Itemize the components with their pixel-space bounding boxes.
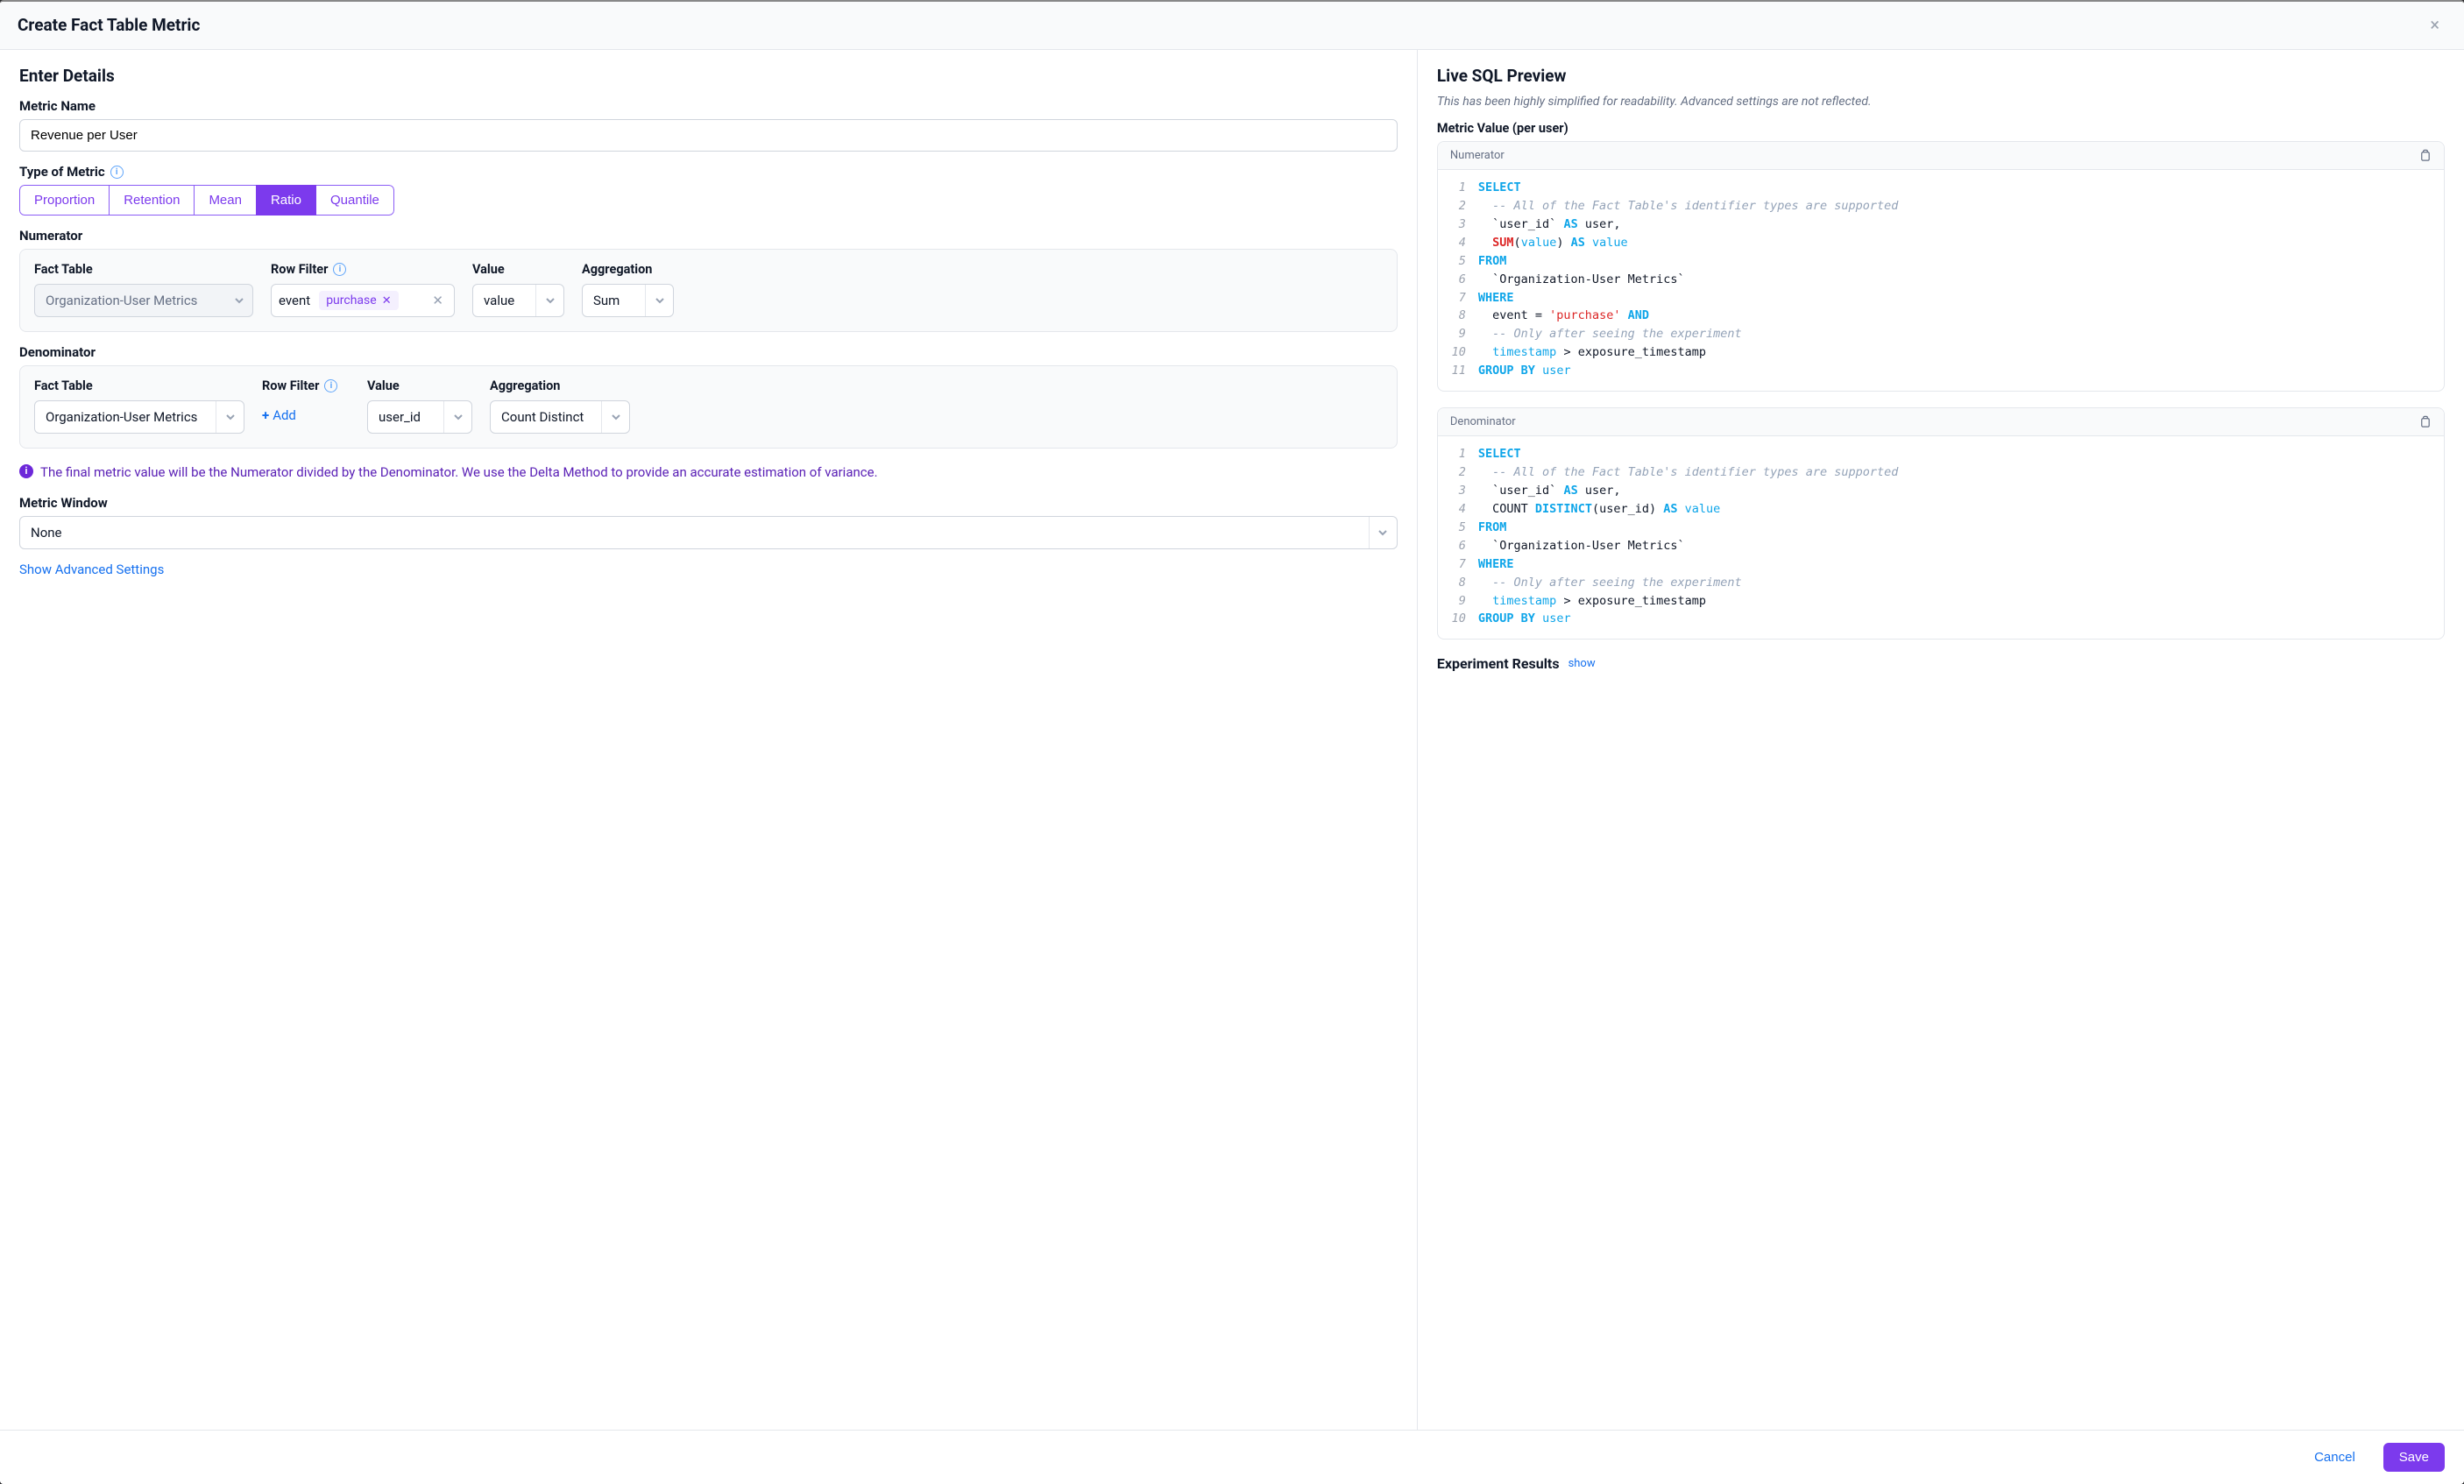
code-line: 5FROM: [1438, 252, 2444, 271]
numerator-heading: Numerator: [19, 228, 1398, 244]
code-line: 9 -- Only after seeing the experiment: [1438, 325, 2444, 343]
denominator-fact-table-select[interactable]: Organization-User Metrics: [34, 400, 244, 434]
modal-title: Create Fact Table Metric: [18, 15, 200, 35]
metric-type-ratio[interactable]: Ratio: [256, 185, 316, 216]
info-dot-icon: i: [19, 464, 33, 478]
numerator-row-filter-input[interactable]: event purchase ✕ ✕: [271, 284, 455, 317]
show-link[interactable]: show: [1568, 657, 1596, 670]
filter-chip: purchase ✕: [319, 291, 398, 310]
metric-value-label: Metric Value (per user): [1437, 121, 2445, 136]
sql-preview-subtitle: This has been highly simplified for read…: [1437, 95, 2445, 109]
code-line: 3 `user_id` AS user,: [1438, 216, 2444, 234]
chip-remove-icon[interactable]: ✕: [382, 294, 392, 307]
info-icon[interactable]: i: [333, 263, 346, 276]
denominator-sql-code: 1SELECT2 -- All of the Fact Table's iden…: [1438, 436, 2444, 639]
experiment-results-heading: Experiment Results show: [1437, 655, 2445, 672]
metric-name-label: Metric Name: [19, 98, 1398, 114]
code-line: 1SELECT: [1438, 179, 2444, 197]
metric-type-quantile[interactable]: Quantile: [315, 185, 394, 216]
value-label: Value: [367, 378, 472, 393]
code-line: 1SELECT: [1438, 445, 2444, 463]
code-line: 6 `Organization-User Metrics`: [1438, 271, 2444, 289]
code-line: 11GROUP BY user: [1438, 362, 2444, 380]
info-icon[interactable]: i: [110, 166, 124, 179]
modal-body: Enter Details Metric Name Type of Metric…: [0, 50, 2464, 1430]
sql-card-header: Denominator: [1438, 408, 2444, 436]
aggregation-label: Aggregation: [490, 378, 630, 393]
numerator-sql-card: Numerator 1SELECT2 -- All of the Fact Ta…: [1437, 141, 2445, 392]
copy-icon[interactable]: [2418, 415, 2432, 428]
enter-details-heading: Enter Details: [19, 66, 1398, 86]
code-line: 7WHERE: [1438, 289, 2444, 307]
chevron-down-icon: [645, 285, 673, 316]
metric-window-label: Metric Window: [19, 495, 1398, 511]
row-filter-label: Row Filter i: [262, 378, 350, 393]
numerator-value-select[interactable]: value: [472, 284, 564, 317]
code-line: 4 COUNT DISTINCT(user_id) AS value: [1438, 500, 2444, 519]
metric-type-proportion[interactable]: Proportion: [19, 185, 110, 216]
code-line: 5FROM: [1438, 519, 2444, 537]
code-line: 2 -- All of the Fact Table's identifier …: [1438, 463, 2444, 482]
denominator-sql-card: Denominator 1SELECT2 -- All of the Fact …: [1437, 407, 2445, 640]
row-filter-label: Row Filter i: [271, 262, 455, 277]
fact-table-label: Fact Table: [34, 262, 253, 277]
code-line: 8 event = 'purchase' AND: [1438, 307, 2444, 325]
sql-preview-heading: Live SQL Preview: [1437, 66, 2445, 86]
denominator-value-select[interactable]: user_id: [367, 400, 472, 434]
aggregation-label: Aggregation: [582, 262, 674, 277]
code-line: 6 `Organization-User Metrics`: [1438, 537, 2444, 555]
denominator-panel: Fact Table Organization-User Metrics Row…: [19, 365, 1398, 449]
metric-window-select[interactable]: None: [19, 516, 1398, 549]
code-line: 7WHERE: [1438, 555, 2444, 574]
modal-root: Create Fact Table Metric × Enter Details…: [0, 0, 2464, 1484]
chevron-down-icon: [535, 285, 563, 316]
add-filter-button[interactable]: + Add: [262, 400, 350, 430]
numerator-fact-table-select[interactable]: Organization-User Metrics: [34, 284, 253, 317]
copy-icon[interactable]: [2418, 149, 2432, 162]
chevron-down-icon: [216, 401, 244, 433]
chevron-down-icon: [601, 401, 629, 433]
code-line: 2 -- All of the Fact Table's identifier …: [1438, 197, 2444, 216]
left-pane: Enter Details Metric Name Type of Metric…: [0, 50, 1417, 1430]
type-of-metric-label: Type of Metric i: [19, 164, 1398, 180]
right-pane: Live SQL Preview This has been highly si…: [1417, 50, 2464, 1430]
chevron-down-icon: [224, 285, 252, 316]
metric-name-input[interactable]: [19, 119, 1398, 152]
metric-type-retention[interactable]: Retention: [109, 185, 195, 216]
denominator-heading: Denominator: [19, 344, 1398, 360]
save-button[interactable]: Save: [2383, 1443, 2445, 1472]
code-line: 4 SUM(value) AS value: [1438, 234, 2444, 252]
code-line: 9 timestamp > exposure_timestamp: [1438, 592, 2444, 611]
ratio-callout: i The final metric value will be the Num…: [19, 463, 1398, 483]
close-icon[interactable]: ×: [2423, 12, 2446, 37]
chevron-down-icon: [443, 401, 471, 433]
code-line: 10GROUP BY user: [1438, 610, 2444, 628]
numerator-panel: Fact Table Organization-User Metrics Row…: [19, 249, 1398, 332]
clear-icon[interactable]: ✕: [428, 293, 447, 308]
chevron-down-icon: [1369, 517, 1397, 548]
code-line: 10 timestamp > exposure_timestamp: [1438, 343, 2444, 362]
value-label: Value: [472, 262, 564, 277]
fact-table-label: Fact Table: [34, 378, 244, 393]
plus-icon: +: [262, 407, 269, 423]
metric-type-segmented: ProportionRetentionMeanRatioQuantile: [19, 185, 394, 216]
cancel-button[interactable]: Cancel: [2298, 1443, 2371, 1472]
numerator-sql-code: 1SELECT2 -- All of the Fact Table's iden…: [1438, 170, 2444, 391]
code-line: 8 -- Only after seeing the experiment: [1438, 574, 2444, 592]
numerator-aggregation-select[interactable]: Sum: [582, 284, 674, 317]
sql-card-header: Numerator: [1438, 142, 2444, 170]
code-line: 3 `user_id` AS user,: [1438, 482, 2444, 500]
show-advanced-link[interactable]: Show Advanced Settings: [19, 562, 164, 577]
info-icon[interactable]: i: [324, 379, 337, 392]
modal-footer: Cancel Save: [0, 1430, 2464, 1484]
denominator-aggregation-select[interactable]: Count Distinct: [490, 400, 630, 434]
modal-header: Create Fact Table Metric ×: [0, 2, 2464, 50]
metric-type-mean[interactable]: Mean: [194, 185, 257, 216]
